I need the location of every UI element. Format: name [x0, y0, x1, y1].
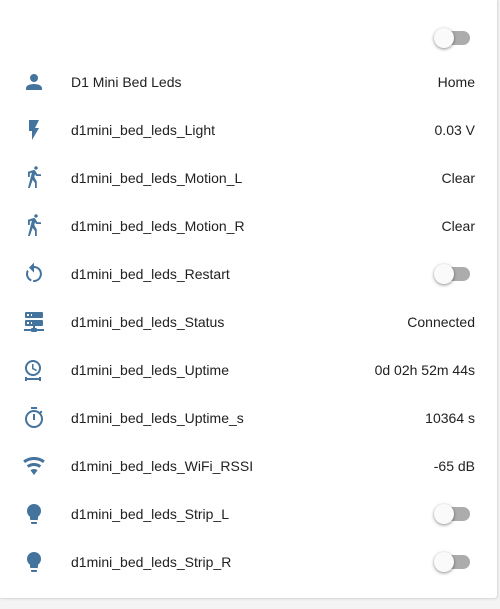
entity-state: 0.03 V [434, 122, 475, 138]
entity-name[interactable]: d1mini_bed_leds_Uptime [71, 346, 229, 394]
lightbulb-icon [22, 502, 46, 526]
entity-state: Home [437, 74, 475, 90]
entity-state: 10364 s [425, 410, 475, 426]
entity-row[interactable]: d1mini_bed_leds_WiFi_RSSI -65 dB [0, 442, 497, 490]
toggle-knob [434, 28, 454, 48]
lightbulb-icon [22, 550, 46, 574]
entity-row[interactable]: D1 Mini Bed Leds Home [0, 58, 497, 106]
entity-name[interactable]: d1mini_bed_leds_Strip_R [71, 538, 231, 586]
wifi-icon [22, 454, 46, 478]
toggle-knob [434, 264, 454, 284]
walk-icon [22, 214, 46, 238]
entity-state: Clear [441, 170, 475, 186]
entity-row[interactable]: d1mini_bed_leds_Strip_R [0, 538, 497, 586]
entity-row[interactable]: d1mini_bed_leds_Status Connected [0, 298, 497, 346]
entity-name[interactable]: d1mini_bed_leds_Strip_L [71, 490, 229, 538]
entity-name[interactable]: d1mini_bed_leds_Restart [71, 250, 230, 298]
entity-row[interactable]: d1mini_bed_leds_Motion_L Clear [0, 154, 497, 202]
entity-row[interactable]: d1mini_bed_leds_Restart [0, 250, 497, 298]
entity-name[interactable]: d1mini_bed_leds_Status [71, 298, 224, 346]
entities-card: D1 Mini Bed Leds Home d1mini_bed_leds_Li… [0, 0, 498, 599]
entity-row[interactable]: d1mini_bed_leds_Light 0.03 V [0, 106, 497, 154]
entity-state: -65 dB [433, 458, 475, 474]
entity-name[interactable]: D1 Mini Bed Leds [71, 58, 182, 106]
entity-name[interactable]: d1mini_bed_leds_WiFi_RSSI [71, 442, 253, 490]
entity-row[interactable]: d1mini_bed_leds_Uptime_s 10364 s [0, 394, 497, 442]
toggle-knob [434, 504, 454, 524]
entity-name[interactable]: d1mini_bed_leds_Motion_L [71, 154, 242, 202]
timer-icon [22, 406, 46, 430]
entity-row[interactable]: d1mini_bed_leds_Motion_R Clear [0, 202, 497, 250]
entity-name[interactable]: d1mini_bed_leds_Motion_R [71, 202, 245, 250]
card-header [0, 14, 497, 64]
walk-icon [22, 166, 46, 190]
entity-row[interactable]: d1mini_bed_leds_Strip_L [0, 490, 497, 538]
entity-name[interactable]: d1mini_bed_leds_Light [71, 106, 215, 154]
entity-list: D1 Mini Bed Leds Home d1mini_bed_leds_Li… [0, 58, 497, 586]
strip-r-toggle[interactable] [434, 552, 470, 572]
account-icon [22, 70, 46, 94]
entity-state: Clear [441, 218, 475, 234]
entity-name[interactable]: d1mini_bed_leds_Uptime_s [71, 394, 244, 442]
header-toggle-all[interactable] [434, 28, 470, 48]
entity-state: Connected [407, 314, 475, 330]
clock-timeline-icon [22, 358, 46, 382]
entity-row[interactable]: d1mini_bed_leds_Uptime 0d 02h 52m 44s [0, 346, 497, 394]
restart-toggle[interactable] [434, 264, 470, 284]
toggle-knob [434, 552, 454, 572]
strip-l-toggle[interactable] [434, 504, 470, 524]
entity-state: 0d 02h 52m 44s [374, 362, 475, 378]
flash-icon [22, 118, 46, 142]
server-network-icon [22, 310, 46, 334]
restart-icon [22, 262, 46, 286]
